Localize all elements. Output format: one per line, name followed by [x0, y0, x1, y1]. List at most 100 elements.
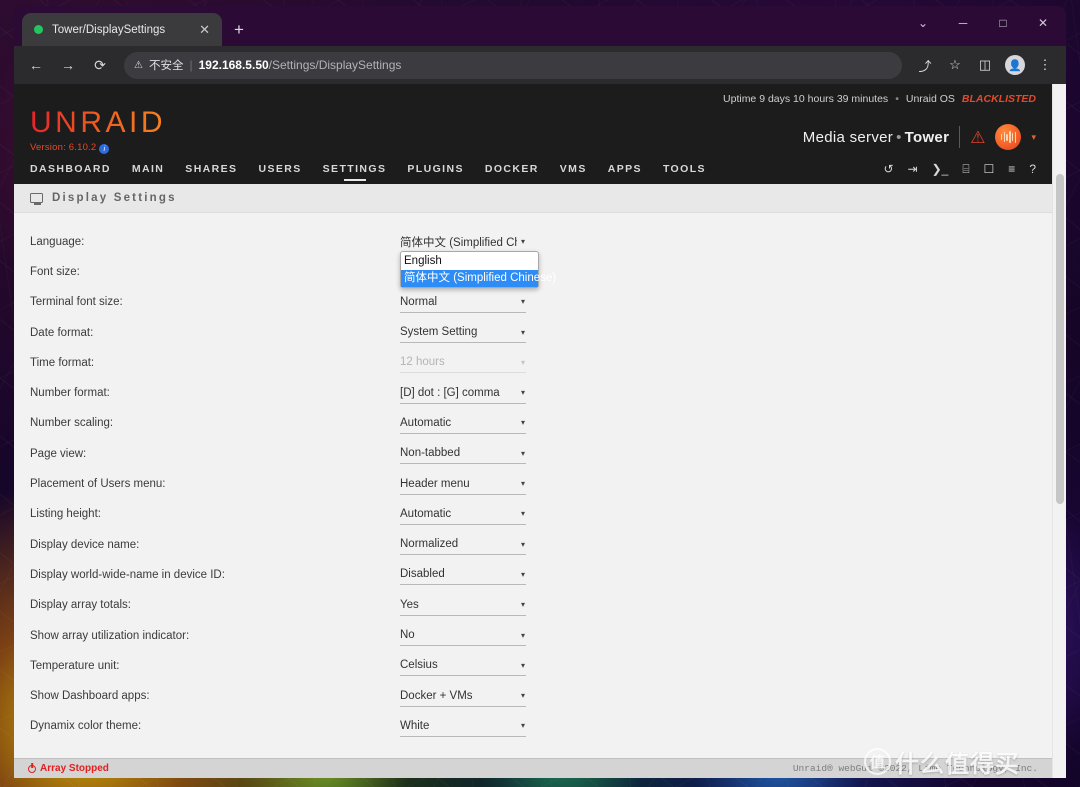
- os-status-badge: BLACKLISTED: [962, 93, 1036, 105]
- select-value: Header menu: [400, 478, 470, 490]
- setting-row-temperature-unit: Temperature unit: Celsius ▾: [14, 651, 1052, 681]
- dashboard-apps-select[interactable]: Docker + VMs ▾: [400, 686, 526, 707]
- nav-item-vms[interactable]: VMS: [560, 163, 587, 184]
- nav-item-shares[interactable]: SHARES: [185, 163, 237, 184]
- color-theme-select[interactable]: White ▾: [400, 716, 526, 737]
- browser-tab-strip: Tower/DisplaySettings ✕ + ⌄ ─ □ ✕: [14, 6, 1066, 46]
- page-title: Display Settings: [14, 184, 1052, 213]
- close-window-button[interactable]: ✕: [1024, 8, 1062, 38]
- date-format-select[interactable]: System Setting ▾: [400, 322, 526, 343]
- refresh-icon[interactable]: ↺: [883, 163, 893, 175]
- side-panel-icon[interactable]: ◫: [972, 52, 998, 78]
- select-value: Normalized: [400, 538, 458, 550]
- profile-avatar-icon[interactable]: 👤: [1002, 52, 1028, 78]
- share-icon[interactable]: ⤴: [912, 52, 938, 78]
- nav-item-main[interactable]: MAIN: [132, 163, 164, 184]
- setting-label: Dynamix color theme:: [30, 720, 400, 732]
- power-icon: [28, 765, 36, 773]
- number-format-select[interactable]: [D] dot : [G] comma ▾: [400, 383, 526, 404]
- display-icon[interactable]: ☐: [984, 163, 995, 175]
- number-scaling-select[interactable]: Automatic ▾: [400, 413, 526, 434]
- select-value: Celsius: [400, 659, 438, 671]
- new-tab-button[interactable]: +: [234, 21, 244, 38]
- language-dropdown-list[interactable]: English 简体中文 (Simplified Chinese): [400, 251, 539, 288]
- setting-row-dashboard-apps: Show Dashboard apps: Docker + VMs ▾: [14, 681, 1052, 711]
- reload-icon[interactable]: ⟳: [86, 51, 114, 79]
- bookmark-star-icon[interactable]: ☆: [942, 52, 968, 78]
- browser-menu-icon[interactable]: ⋮: [1032, 52, 1058, 78]
- setting-label: Show array utilization indicator:: [30, 630, 400, 642]
- brand-row: UNRAID Version: 6.10.2i Media server•Tow…: [14, 106, 1052, 154]
- nav-item-docker[interactable]: DOCKER: [485, 163, 539, 184]
- setting-label: Placement of Users menu:: [30, 478, 400, 490]
- unraid-logo: UNRAID: [30, 108, 166, 138]
- page-content: Display Settings Language: 简体中文 (Simplif…: [14, 184, 1052, 759]
- address-bar-url: 192.168.5.50/Settings/DisplaySettings: [199, 58, 402, 72]
- nav-item-dashboard[interactable]: DASHBOARD: [30, 163, 111, 184]
- setting-label: Display device name:: [30, 539, 400, 551]
- select-value: No: [400, 629, 415, 641]
- select-value: Docker + VMs: [400, 690, 473, 702]
- setting-label: Show Dashboard apps:: [30, 690, 400, 702]
- setting-row-date-format: Date format: System Setting ▾: [14, 317, 1052, 347]
- setting-label: Display array totals:: [30, 599, 400, 611]
- nav-item-settings[interactable]: SETTINGS: [323, 163, 387, 184]
- omnibox-separator: |: [189, 58, 192, 72]
- chevron-down-icon: ▾: [521, 237, 525, 246]
- setting-row-language: Language: 简体中文 (Simplified Chinese) ▾ En…: [14, 227, 1052, 257]
- array-status-badge[interactable]: Array Stopped: [28, 763, 109, 774]
- language-select[interactable]: 简体中文 (Simplified Chinese) ▾: [400, 231, 526, 252]
- chevron-down-icon: ▾: [521, 418, 525, 427]
- server-separator: •: [896, 129, 902, 146]
- header-divider: [959, 126, 960, 148]
- display-array-totals-select[interactable]: Yes ▾: [400, 595, 526, 616]
- server-description: Media server: [803, 129, 893, 146]
- page-view-select[interactable]: Non-tabbed ▾: [400, 443, 526, 464]
- nav-item-apps[interactable]: APPS: [608, 163, 642, 184]
- page-footer: Array Stopped Unraid® webGui ©2022, Lime…: [14, 758, 1052, 778]
- version-text: Version: 6.10.2: [30, 142, 96, 153]
- listing-height-select[interactable]: Automatic ▾: [400, 504, 526, 525]
- display-settings-form: Language: 简体中文 (Simplified Chinese) ▾ En…: [14, 213, 1052, 742]
- forward-icon[interactable]: →: [54, 51, 82, 79]
- maximize-button[interactable]: □: [984, 8, 1022, 38]
- setting-label: Page view:: [30, 448, 400, 460]
- dropdown-option-english[interactable]: English: [401, 253, 538, 270]
- setting-row-users-menu-placement: Placement of Users menu: Header menu ▾: [14, 469, 1052, 499]
- minimize-button[interactable]: ─: [944, 8, 982, 38]
- nav-item-plugins[interactable]: PLUGINS: [407, 163, 463, 184]
- select-value: White: [400, 720, 429, 732]
- address-bar[interactable]: ⚠ 不安全 | 192.168.5.50/Settings/DisplaySet…: [124, 52, 902, 79]
- window-controls: ⌄ ─ □ ✕: [904, 6, 1062, 40]
- banner-icon[interactable]: ≡: [1008, 163, 1015, 175]
- display-wwn-select[interactable]: Disabled ▾: [400, 564, 526, 585]
- page-scrollbar[interactable]: [1052, 84, 1066, 778]
- version-label: Version: 6.10.2i: [30, 142, 166, 154]
- server-hostname: Tower: [905, 129, 950, 146]
- help-icon[interactable]: ?: [1029, 163, 1036, 175]
- logout-icon[interactable]: ⇥: [908, 163, 918, 175]
- warning-triangle-icon[interactable]: ⚠: [970, 129, 985, 146]
- language-control-wrap: 简体中文 (Simplified Chinese) ▾ English 简体中文…: [400, 231, 526, 252]
- nav-item-tools[interactable]: TOOLS: [663, 163, 706, 184]
- activity-orb-icon[interactable]: [995, 124, 1021, 150]
- nav-item-users[interactable]: USERS: [258, 163, 301, 184]
- terminal-icon[interactable]: ❯_: [932, 163, 949, 175]
- tab-close-icon[interactable]: ✕: [196, 22, 213, 38]
- array-utilization-indicator-select[interactable]: No ▾: [400, 625, 526, 646]
- users-menu-placement-select[interactable]: Header menu ▾: [400, 474, 526, 495]
- chevron-down-icon[interactable]: ▾: [1031, 132, 1036, 143]
- display-device-name-select[interactable]: Normalized ▾: [400, 534, 526, 555]
- server-name-block[interactable]: Media server•Tower: [803, 129, 949, 146]
- tab-search-icon[interactable]: ⌄: [904, 8, 942, 38]
- chevron-down-icon: ▾: [521, 509, 525, 518]
- scrollbar-thumb[interactable]: [1056, 174, 1064, 504]
- chevron-down-icon: ▾: [521, 600, 525, 609]
- dropdown-option-simplified-chinese[interactable]: 简体中文 (Simplified Chinese): [401, 270, 538, 287]
- back-icon[interactable]: ←: [22, 51, 50, 79]
- temperature-unit-select[interactable]: Celsius ▾: [400, 655, 526, 676]
- log-icon[interactable]: ⌸: [962, 163, 969, 175]
- terminal-font-size-select[interactable]: Normal ▾: [400, 292, 526, 313]
- browser-tab[interactable]: Tower/DisplaySettings ✕: [22, 13, 222, 46]
- info-icon[interactable]: i: [99, 144, 109, 154]
